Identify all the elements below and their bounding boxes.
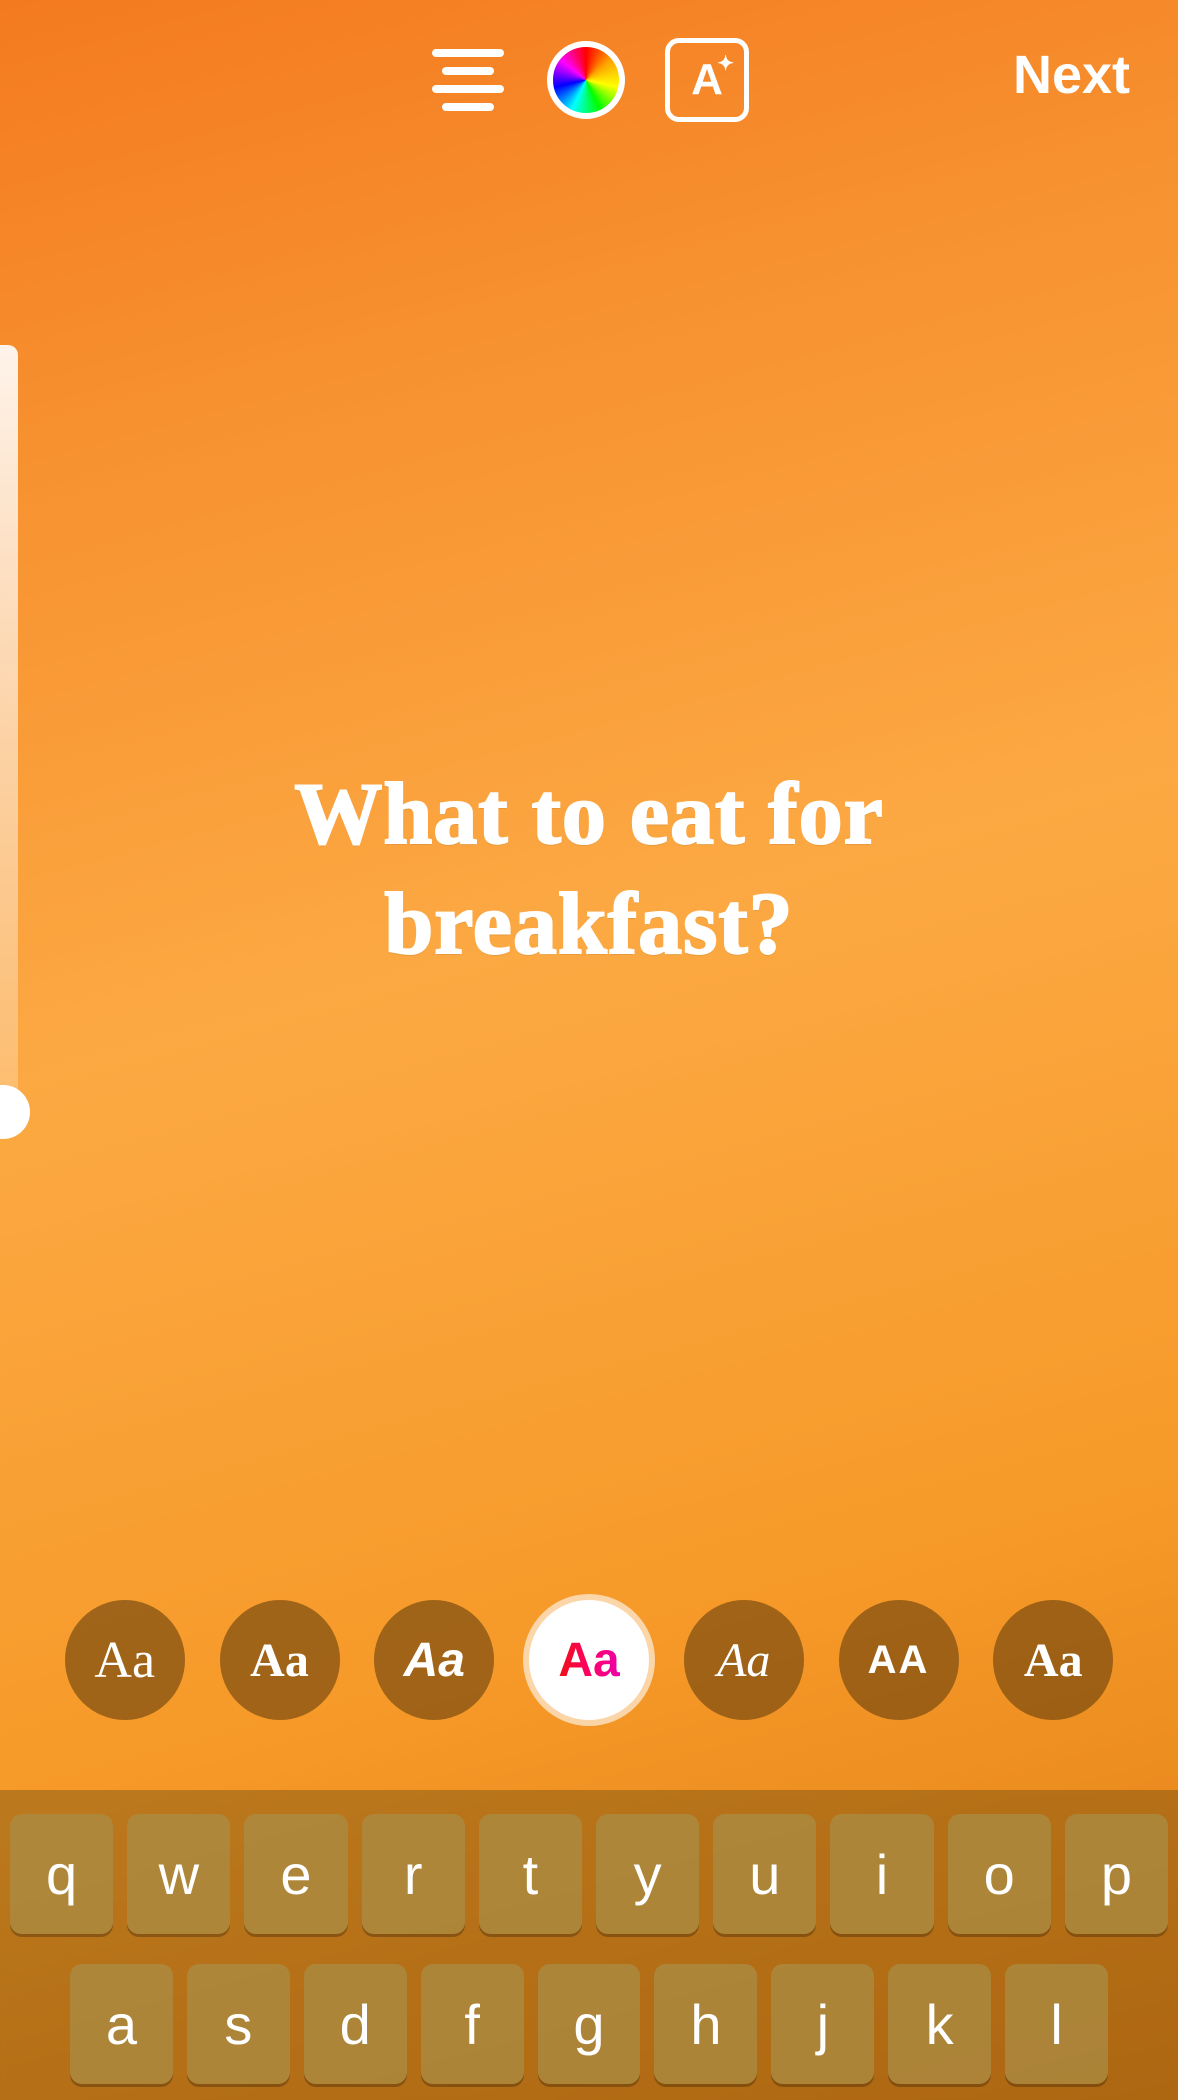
key-t[interactable]: t <box>479 1814 582 1934</box>
key-p[interactable]: p <box>1065 1814 1168 1934</box>
key-w[interactable]: w <box>127 1814 230 1934</box>
key-r[interactable]: r <box>362 1814 465 1934</box>
font-option-script[interactable]: Aa <box>65 1600 185 1720</box>
font-option-gradient-selected[interactable]: Aa <box>529 1600 649 1720</box>
keyboard-row-2: a s d f g h j k l <box>10 1964 1168 2084</box>
text-align-button[interactable] <box>429 49 507 111</box>
key-g[interactable]: g <box>538 1964 641 2084</box>
text-effect-button[interactable]: A ✦ <box>665 38 749 122</box>
key-d[interactable]: d <box>304 1964 407 2084</box>
font-size-slider-thumb[interactable] <box>0 1085 30 1139</box>
top-toolbar: A ✦ Next <box>0 0 1178 160</box>
key-e[interactable]: e <box>244 1814 347 1934</box>
font-picker-row: Aa Aa Aa Aa Aa AA Aa <box>0 1600 1178 1720</box>
key-k[interactable]: k <box>888 1964 991 2084</box>
font-option-italic-bold[interactable]: Aa <box>374 1600 494 1720</box>
key-s[interactable]: s <box>187 1964 290 2084</box>
story-text-input[interactable]: What to eat for breakfast? <box>0 760 1178 980</box>
color-picker-button[interactable] <box>547 41 625 119</box>
key-f[interactable]: f <box>421 1964 524 2084</box>
font-option-italic-serif[interactable]: Aa <box>684 1600 804 1720</box>
sparkle-icon: ✦ <box>717 51 734 76</box>
keyboard-row-1: q w e r t y u i o p <box>10 1814 1168 1934</box>
font-option-serif-bold[interactable]: Aa <box>220 1600 340 1720</box>
key-j[interactable]: j <box>771 1964 874 2084</box>
font-option-serif[interactable]: Aa <box>993 1600 1113 1720</box>
key-a[interactable]: a <box>70 1964 173 2084</box>
key-y[interactable]: y <box>596 1814 699 1934</box>
story-text-editor-screen: A ✦ Next What to eat for breakfast? Aa A… <box>0 0 1178 2100</box>
font-option-caps[interactable]: AA <box>839 1600 959 1720</box>
key-u[interactable]: u <box>713 1814 816 1934</box>
key-q[interactable]: q <box>10 1814 113 1934</box>
font-option-label: Aa <box>558 1633 619 1688</box>
next-button[interactable]: Next <box>1013 44 1130 106</box>
key-i[interactable]: i <box>830 1814 933 1934</box>
key-l[interactable]: l <box>1005 1964 1108 2084</box>
key-o[interactable]: o <box>948 1814 1051 1934</box>
keyboard: q w e r t y u i o p a s d f g h j k l z <box>0 1790 1178 2100</box>
key-h[interactable]: h <box>654 1964 757 2084</box>
font-size-slider-track[interactable] <box>0 345 18 1135</box>
